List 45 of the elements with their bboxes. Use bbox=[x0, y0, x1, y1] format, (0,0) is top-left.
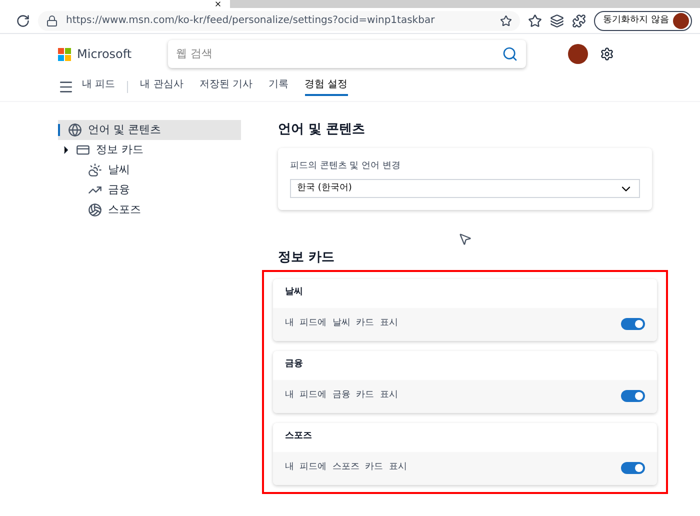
reload-icon[interactable] bbox=[16, 14, 30, 28]
settings-icon[interactable] bbox=[600, 47, 614, 61]
avatar[interactable] bbox=[568, 44, 588, 64]
section-title: 언어 및 콘텐츠 bbox=[278, 121, 366, 139]
toggle-switch[interactable] bbox=[621, 462, 645, 474]
nav-tab[interactable]: 내 관심사 bbox=[140, 77, 184, 96]
nav-tab[interactable]: 내 피드 bbox=[82, 77, 116, 96]
card-description: 내 피드에 금융 카드 표시 bbox=[285, 389, 398, 402]
menu-icon[interactable] bbox=[58, 78, 74, 94]
address-bar[interactable]: https://www.msn.com/ko-kr/feed/personalize/settings?ocid=winp1taskbar bbox=[38, 10, 520, 30]
sidebar-item[interactable]: 금융 bbox=[58, 180, 241, 200]
card-description: 내 피드에 날씨 카드 표시 bbox=[285, 317, 398, 330]
sidebar-item[interactable]: 언어 및 콘텐츠 bbox=[58, 120, 241, 140]
globe-icon bbox=[68, 123, 82, 137]
card-title: 날씨 bbox=[284, 286, 304, 300]
avatar bbox=[673, 12, 689, 28]
sync-button[interactable]: 동기화하지 않음 bbox=[594, 10, 692, 30]
collections-icon[interactable] bbox=[550, 14, 564, 28]
nav-tab[interactable]: 저장된 기사 bbox=[199, 77, 253, 96]
card-title: 금융 bbox=[284, 358, 304, 372]
cloud-sun-icon bbox=[88, 163, 102, 177]
sidebar-item[interactable]: 정보 카드 bbox=[58, 140, 241, 160]
language-dropdown[interactable]: 한국 (한국어) bbox=[290, 179, 640, 198]
section-title: 정보 카드 bbox=[278, 249, 336, 267]
logo-icon bbox=[58, 48, 71, 60]
close-icon[interactable] bbox=[214, 0, 222, 8]
sidebar-item[interactable]: 스포즈 bbox=[58, 200, 241, 220]
nav-tab[interactable]: 기록 bbox=[268, 77, 289, 96]
ball-icon bbox=[88, 203, 102, 217]
search-icon[interactable] bbox=[502, 46, 518, 62]
search-field[interactable]: 웹 검색 bbox=[176, 46, 502, 62]
field-label: 피드의 콘텐츠 및 언어 변경 bbox=[290, 160, 402, 172]
card-title: 스포즈 bbox=[284, 430, 313, 444]
lock-icon bbox=[46, 14, 58, 26]
nav-tab[interactable]: 경험 설정 bbox=[304, 77, 348, 96]
cursor-icon bbox=[458, 232, 472, 246]
toggle-switch[interactable] bbox=[621, 390, 645, 402]
card-description: 내 피드에 스포즈 카드 표시 bbox=[285, 461, 407, 474]
card-icon bbox=[76, 143, 90, 157]
star-icon[interactable] bbox=[500, 14, 512, 26]
extensions-icon[interactable] bbox=[572, 14, 586, 28]
toggle-switch[interactable] bbox=[621, 318, 645, 330]
sidebar-item[interactable]: 날씨 bbox=[58, 160, 241, 180]
favorites-icon[interactable] bbox=[528, 14, 542, 28]
logo-text: Microsoft bbox=[77, 46, 132, 63]
